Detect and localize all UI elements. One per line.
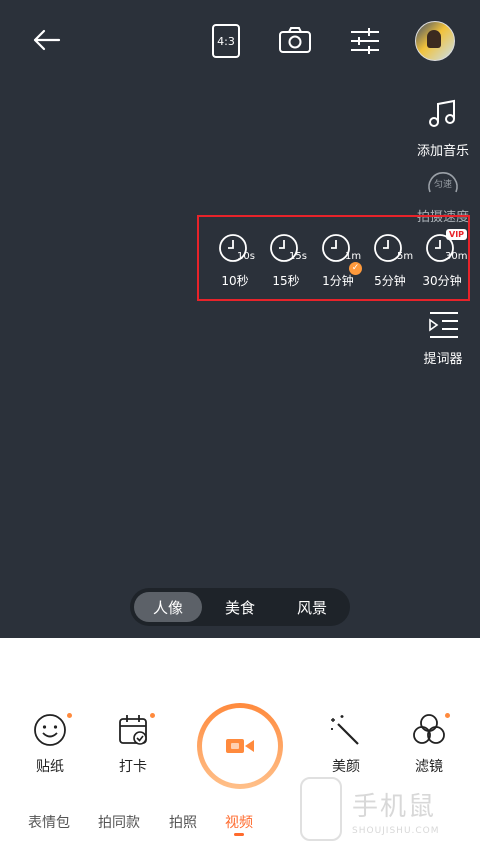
duration-label: 30分钟 — [422, 274, 462, 288]
filter-circles-icon — [413, 714, 445, 744]
duration-badge: 30m — [445, 251, 468, 262]
duration-option-selected[interactable]: 1m ✓ 1分钟 — [312, 232, 364, 289]
scene-mode-selector: 人像 美食 风景 — [130, 588, 350, 626]
sliders-icon — [351, 28, 379, 54]
duration-option[interactable]: 15s 15秒 — [260, 232, 312, 289]
filter-new-dot — [445, 713, 450, 718]
mode-portrait[interactable]: 人像 — [134, 592, 202, 622]
checkin-new-dot — [150, 713, 155, 718]
music-note-icon — [429, 99, 455, 127]
album-thumbnail[interactable] — [415, 21, 455, 61]
aspect-ratio-label: 4:3 — [217, 34, 235, 48]
back-button[interactable] — [28, 24, 64, 56]
duration-label: 10秒 — [221, 274, 249, 288]
smiley-icon — [34, 714, 66, 746]
teleprompter-label: 提词器 — [423, 352, 463, 367]
tab-same-style[interactable]: 拍同款 — [98, 812, 140, 832]
duration-badge: 15s — [289, 251, 307, 262]
calendar-check-icon — [119, 715, 147, 745]
duration-label: 1分钟 — [322, 274, 354, 288]
duration-badge: 1m — [345, 251, 362, 262]
mode-food[interactable]: 美食 — [206, 592, 274, 622]
switch-camera-button[interactable] — [276, 24, 314, 58]
watermark-en: SHOUJISHU.COM — [352, 826, 440, 836]
teleprompter-button[interactable] — [428, 310, 460, 340]
video-camera-icon — [226, 739, 254, 753]
vip-badge: VIP — [446, 229, 468, 240]
filter-button[interactable]: 滤镜 — [394, 712, 464, 776]
duration-option[interactable]: 10s 10秒 — [209, 232, 261, 289]
switch-camera-icon — [279, 27, 311, 53]
speed-badge: 匀速 — [433, 180, 452, 190]
check-icon: ✓ — [349, 262, 362, 275]
duration-option-vip[interactable]: 30m VIP 30分钟 — [416, 229, 468, 289]
add-music-label: 添加音乐 — [416, 144, 469, 159]
sticker-new-dot — [67, 713, 72, 718]
filter-label: 滤镜 — [415, 759, 443, 775]
beauty-button[interactable]: 美颜 — [311, 712, 381, 776]
camera-preview: 4:3 添加音乐 匀速 拍摄速度 10s 10秒 15s 15秒 1m ✓ 1分… — [0, 0, 480, 638]
sticker-button[interactable]: 贴纸 — [15, 712, 85, 776]
beauty-label: 美颜 — [332, 759, 360, 775]
checkin-label: 打卡 — [119, 759, 147, 775]
mode-landscape[interactable]: 风景 — [278, 592, 346, 622]
aspect-ratio-button[interactable]: 4:3 — [212, 24, 240, 58]
sticker-label: 贴纸 — [36, 759, 64, 775]
duration-label: 5分钟 — [374, 274, 406, 288]
tab-emoji[interactable]: 表情包 — [28, 812, 70, 832]
watermark-cn: 手机鼠 — [352, 792, 437, 822]
duration-option[interactable]: 5m 5分钟 — [364, 232, 416, 289]
add-music-button[interactable] — [425, 98, 461, 130]
thumbnail-figure — [427, 30, 441, 48]
tab-video[interactable]: 视频 — [225, 812, 253, 832]
magic-wand-icon — [331, 715, 359, 745]
duration-badge: 10s — [237, 251, 255, 262]
teleprompter-icon — [429, 312, 458, 338]
settings-button[interactable] — [348, 24, 382, 58]
shoot-speed-button[interactable]: 匀速 — [425, 168, 461, 198]
arrow-left-icon — [33, 29, 61, 51]
tab-photo[interactable]: 拍照 — [169, 812, 197, 832]
duration-badge: 5m — [397, 251, 414, 262]
duration-label: 15秒 — [272, 274, 300, 288]
checkin-button[interactable]: 打卡 — [98, 712, 168, 776]
watermark-logo — [300, 777, 342, 841]
active-tab-indicator — [234, 833, 244, 836]
record-button[interactable] — [197, 703, 283, 789]
